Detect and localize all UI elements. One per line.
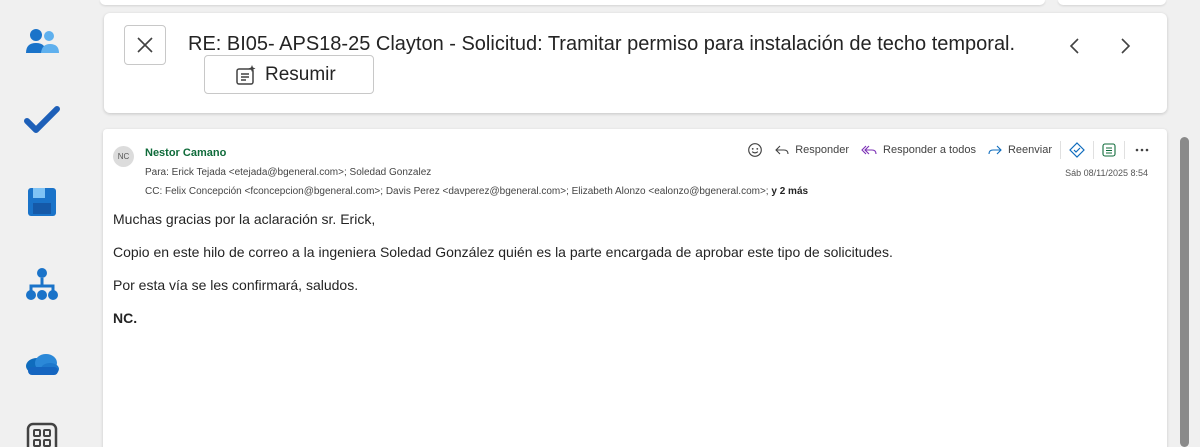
- chevron-left-icon: [1069, 38, 1079, 54]
- close-icon: [137, 37, 153, 53]
- chevron-right-icon: [1121, 38, 1131, 54]
- subject-header: RE: BI05- APS18-25 Clayton - Solicitud: …: [104, 13, 1167, 113]
- message-card: NC Nestor Camano Para: Erick Tejada <ete…: [103, 129, 1167, 447]
- message-date: Sáb 08/11/2025 8:54: [1065, 168, 1148, 178]
- people-icon[interactable]: [22, 22, 62, 62]
- cc-recipients: CC: Felix Concepción <fconcepcion@bgener…: [145, 186, 808, 197]
- cc-more-link[interactable]: y 2 más: [771, 186, 808, 197]
- close-button[interactable]: [124, 25, 166, 65]
- message-body: Muchas gracias por la aclaración sr. Eri…: [113, 211, 1143, 343]
- onedrive-icon[interactable]: [22, 344, 62, 384]
- loop-icon: [1069, 142, 1085, 158]
- more-icon: [1135, 148, 1149, 152]
- forward-label: Reenviar: [1007, 144, 1052, 156]
- message-actions: Responder Responder a todos Reenviar: [735, 141, 1149, 159]
- summarize-icon: [236, 64, 256, 85]
- apps-icon[interactable]: [22, 418, 62, 447]
- body-paragraph: Por esta vía se les confirmará, saludos.: [113, 277, 359, 293]
- cc-list: CC: Felix Concepción <fconcepcion@bgener…: [145, 186, 769, 197]
- more-actions-button[interactable]: [1135, 148, 1149, 152]
- subject-title: RE: BI05- APS18-25 Clayton - Solicitud: …: [188, 29, 1028, 98]
- reply-all-button[interactable]: Responder a todos: [861, 144, 976, 156]
- action-separator-3: [1124, 141, 1125, 159]
- reply-all-icon: [861, 145, 877, 155]
- app-rail: [0, 0, 84, 447]
- apps-action-button[interactable]: [1102, 143, 1116, 157]
- top-panel-edge: [100, 0, 1045, 5]
- previous-button[interactable]: [1062, 33, 1088, 59]
- org-icon[interactable]: [22, 264, 62, 304]
- emoji-icon: [748, 143, 763, 157]
- loop-button[interactable]: [1069, 142, 1085, 158]
- summarize-button[interactable]: Resumir: [204, 55, 374, 94]
- to-recipients: Para: Erick Tejada <etejada@bgeneral.com…: [145, 167, 432, 178]
- scrollbar-thumb[interactable]: [1180, 137, 1189, 447]
- forward-button[interactable]: Reenviar: [988, 144, 1052, 156]
- body-paragraph: Copio en este hilo de correo a la ingeni…: [113, 244, 893, 260]
- sender-name[interactable]: Nestor Camano: [145, 147, 226, 159]
- grid-icon: [1102, 143, 1116, 157]
- action-separator-2: [1093, 141, 1094, 159]
- summarize-label: Resumir: [265, 63, 336, 85]
- reply-button[interactable]: Responder: [775, 144, 849, 156]
- subject-text: RE: BI05- APS18-25 Clayton - Solicitud: …: [188, 33, 1016, 55]
- body-signature: NC.: [113, 310, 138, 326]
- emoji-button[interactable]: [747, 142, 763, 158]
- body-paragraph: Muchas gracias por la aclaración sr. Eri…: [113, 211, 376, 227]
- top-panel-edge-right: [1058, 0, 1166, 5]
- action-separator: [1060, 141, 1061, 159]
- reply-label: Responder: [795, 144, 850, 156]
- next-button[interactable]: [1112, 33, 1138, 59]
- reply-icon: [775, 145, 789, 155]
- save-icon[interactable]: [22, 182, 62, 222]
- avatar[interactable]: NC: [113, 146, 134, 167]
- reply-all-label: Responder a todos: [883, 144, 976, 156]
- todo-icon[interactable]: [22, 100, 62, 140]
- forward-icon: [988, 145, 1002, 155]
